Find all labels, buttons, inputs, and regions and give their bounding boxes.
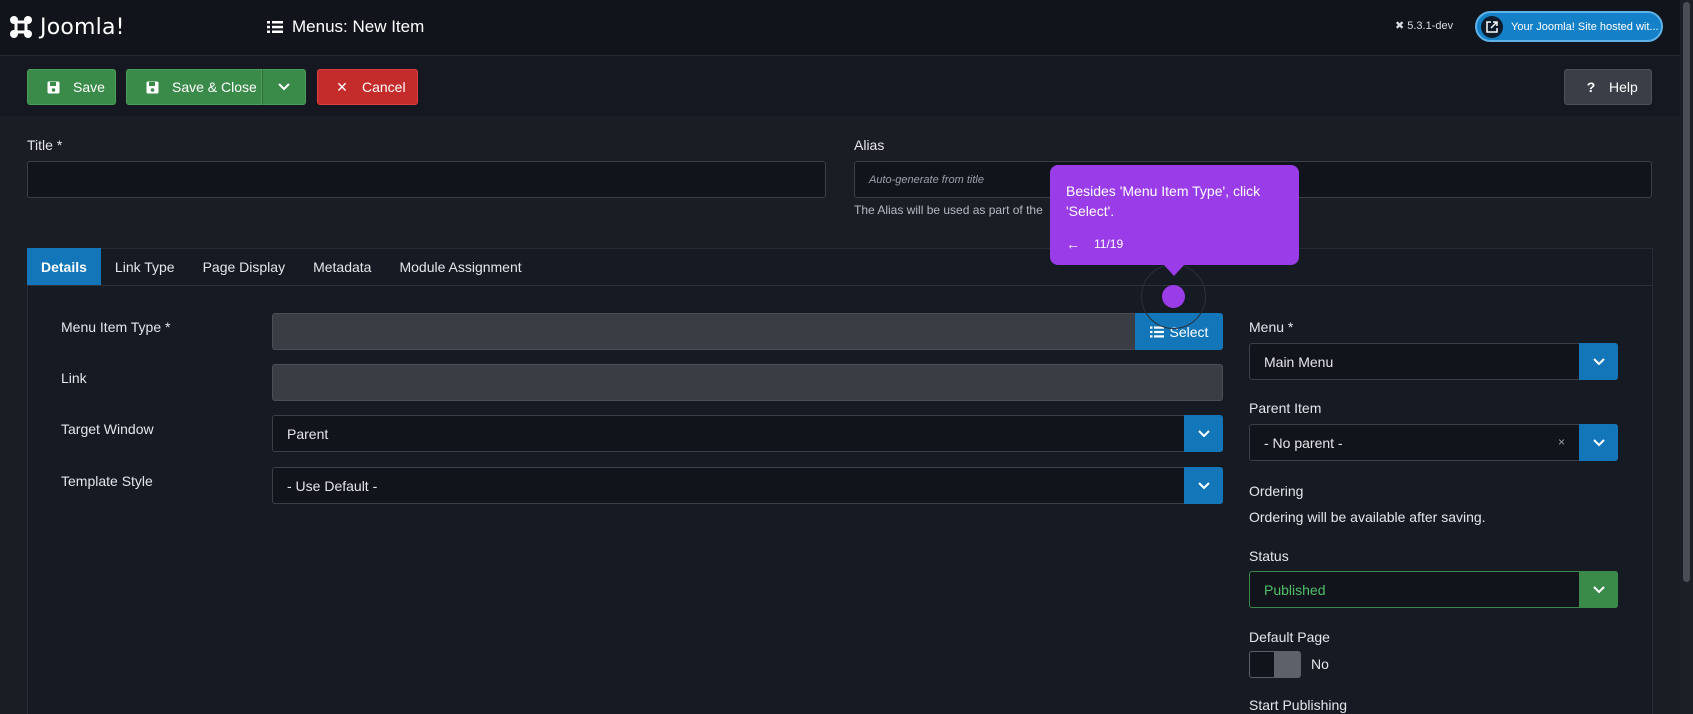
floppy-icon [45,81,61,94]
back-arrow-icon[interactable]: ← [1066,236,1080,252]
default-page-toggle[interactable] [1249,651,1301,678]
link-field [272,364,1223,401]
start-publishing-label: Start Publishing [1249,697,1348,713]
top-header: Joomla! Menus: New Item ✖ 5.3.1-dev Your… [0,0,1680,56]
tab-link-type[interactable]: Link Type [101,248,189,285]
list-icon [267,21,283,33]
template-style-dropdown[interactable] [1184,467,1223,504]
title-input[interactable] [27,161,826,198]
action-toolbar: Save Save & Close ✕ Cancel ? Help [0,56,1680,116]
clear-icon[interactable]: × [1558,435,1565,449]
title-label: Title * [27,137,63,153]
link-label: Link [61,370,87,386]
question-icon: ? [1586,79,1596,95]
menu-item-type-field [272,313,1136,350]
guide-beacon[interactable] [1162,285,1185,308]
joomla-icon [10,16,32,38]
save-options-dropdown[interactable] [262,69,306,105]
target-window-label: Target Window [61,421,154,437]
site-link-text: Your Joomla! Site hosted wit... [1511,20,1659,33]
status-select[interactable]: Published [1249,571,1618,608]
default-page-value: No [1311,656,1329,672]
target-window-select[interactable]: Parent [272,415,1223,452]
chevron-down-icon [1592,585,1605,593]
menu-value: Main Menu [1264,353,1334,370]
status-dropdown[interactable] [1579,571,1618,608]
chevron-down-icon [278,83,290,91]
cancel-label: Cancel [362,79,406,95]
save-close-button[interactable]: Save & Close [126,69,262,105]
template-style-select[interactable]: - Use Default - [272,467,1223,504]
cancel-button[interactable]: ✕ Cancel [317,69,418,105]
chevron-down-icon [1197,429,1210,437]
menu-item-type-label: Menu Item Type * [61,319,171,335]
tooltip-step: 11/19 [1094,237,1124,251]
list-icon [1149,326,1164,337]
status-value: Published [1264,581,1326,598]
target-window-dropdown[interactable] [1184,415,1223,452]
parent-item-value: - No parent - [1264,434,1343,451]
chevron-down-icon [1592,357,1605,365]
tooltip-arrow [1164,265,1184,276]
help-label: Help [1609,79,1638,95]
tab-page-display[interactable]: Page Display [189,248,300,285]
external-link-icon [1481,15,1503,38]
joomla-logo[interactable]: Joomla! [8,14,125,40]
ordering-hint: Ordering will be available after saving. [1249,509,1486,525]
alias-label: Alias [854,137,885,153]
ordering-label: Ordering [1249,483,1304,499]
parent-item-label: Parent Item [1249,400,1322,416]
page-title-text: Menus: New Item [292,17,425,36]
close-icon: ✕ [336,78,348,95]
menu-select[interactable]: Main Menu [1249,343,1618,380]
page-title: Menus: New Item [267,17,424,37]
brand-name: Joomla! [40,14,125,40]
tab-details[interactable]: Details [27,248,101,285]
tooltip-text: Besides 'Menu Item Type', click 'Select'… [1066,183,1261,219]
tab-metadata[interactable]: Metadata [299,248,385,285]
tab-module-assignment[interactable]: Module Assignment [385,248,535,285]
version-text: 5.3.1-dev [1407,19,1454,32]
alias-hint: The Alias will be used as part of the [854,203,1043,217]
joomla-small-icon: ✖ [1395,20,1405,32]
alias-placeholder: Auto-generate from title [869,173,984,186]
tab-bar: Details Link Type Page Display Metadata … [27,248,1653,286]
menu-dropdown[interactable] [1579,343,1618,380]
status-label: Status [1249,548,1289,564]
template-style-value: - Use Default - [287,477,378,494]
scrollbar-thumb[interactable] [1683,2,1690,582]
menu-label: Menu * [1249,319,1294,335]
toggle-knob [1274,652,1300,677]
floppy-icon [144,81,160,94]
chevron-down-icon [1592,438,1605,446]
tooltip-footer: ← 11/19 [1066,236,1123,252]
parent-item-select[interactable]: - No parent - × [1249,424,1618,461]
save-close-label: Save & Close [172,79,257,95]
guide-tooltip: Besides 'Menu Item Type', click 'Select'… [1050,165,1299,265]
default-page-label: Default Page [1249,629,1330,645]
site-link-button[interactable]: Your Joomla! Site hosted wit... [1475,11,1663,42]
chevron-down-icon [1197,481,1210,489]
parent-item-dropdown[interactable] [1579,424,1618,461]
help-button[interactable]: ? Help [1564,69,1652,105]
page-scrollbar[interactable] [1680,0,1693,714]
target-window-value: Parent [287,425,329,442]
version-badge: ✖ 5.3.1-dev [1395,19,1454,33]
save-button[interactable]: Save [27,69,116,105]
save-label: Save [73,79,105,95]
template-style-label: Template Style [61,473,153,489]
